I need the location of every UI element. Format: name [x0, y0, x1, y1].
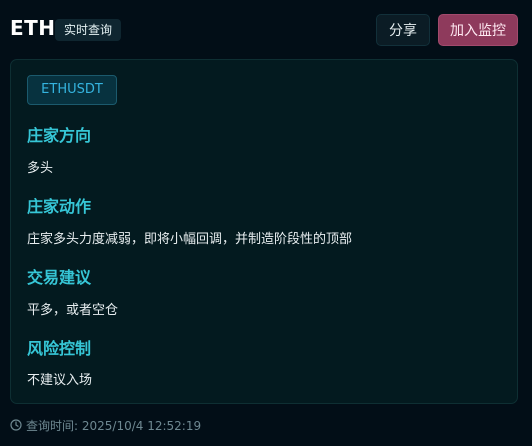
- section-title-direction: 庄家方向: [27, 126, 92, 145]
- clock-icon: [10, 419, 22, 431]
- query-time-text: 查询时间: 2025/10/4 12:52:19: [26, 418, 202, 433]
- analysis-card: ETHUSDT 庄家方向 多头 庄家动作 庄家多头力度减弱，即将小幅回调，并制造…: [10, 59, 518, 404]
- realtime-query-badge: 实时查询: [55, 19, 122, 41]
- query-time-footer: 查询时间: 2025/10/4 12:52:19: [10, 417, 201, 433]
- section-body-direction: 多头: [27, 161, 54, 176]
- symbol-title: ETH: [10, 16, 56, 40]
- share-button[interactable]: 分享: [376, 14, 430, 46]
- section-title-advice: 交易建议: [27, 268, 92, 287]
- section-title-action: 庄家动作: [27, 197, 92, 216]
- section-title-risk: 风险控制: [27, 339, 92, 358]
- section-body-advice: 平多，或者空仓: [27, 303, 119, 318]
- trading-pair-chip: ETHUSDT: [27, 75, 117, 105]
- section-body-risk: 不建议入场: [27, 373, 93, 388]
- section-body-action: 庄家多头力度减弱，即将小幅回调，并制造阶段性的顶部: [27, 232, 353, 247]
- add-to-monitor-button[interactable]: 加入监控: [438, 14, 518, 46]
- header-bar: ETH 实时查询 分享 加入监控: [0, 0, 532, 60]
